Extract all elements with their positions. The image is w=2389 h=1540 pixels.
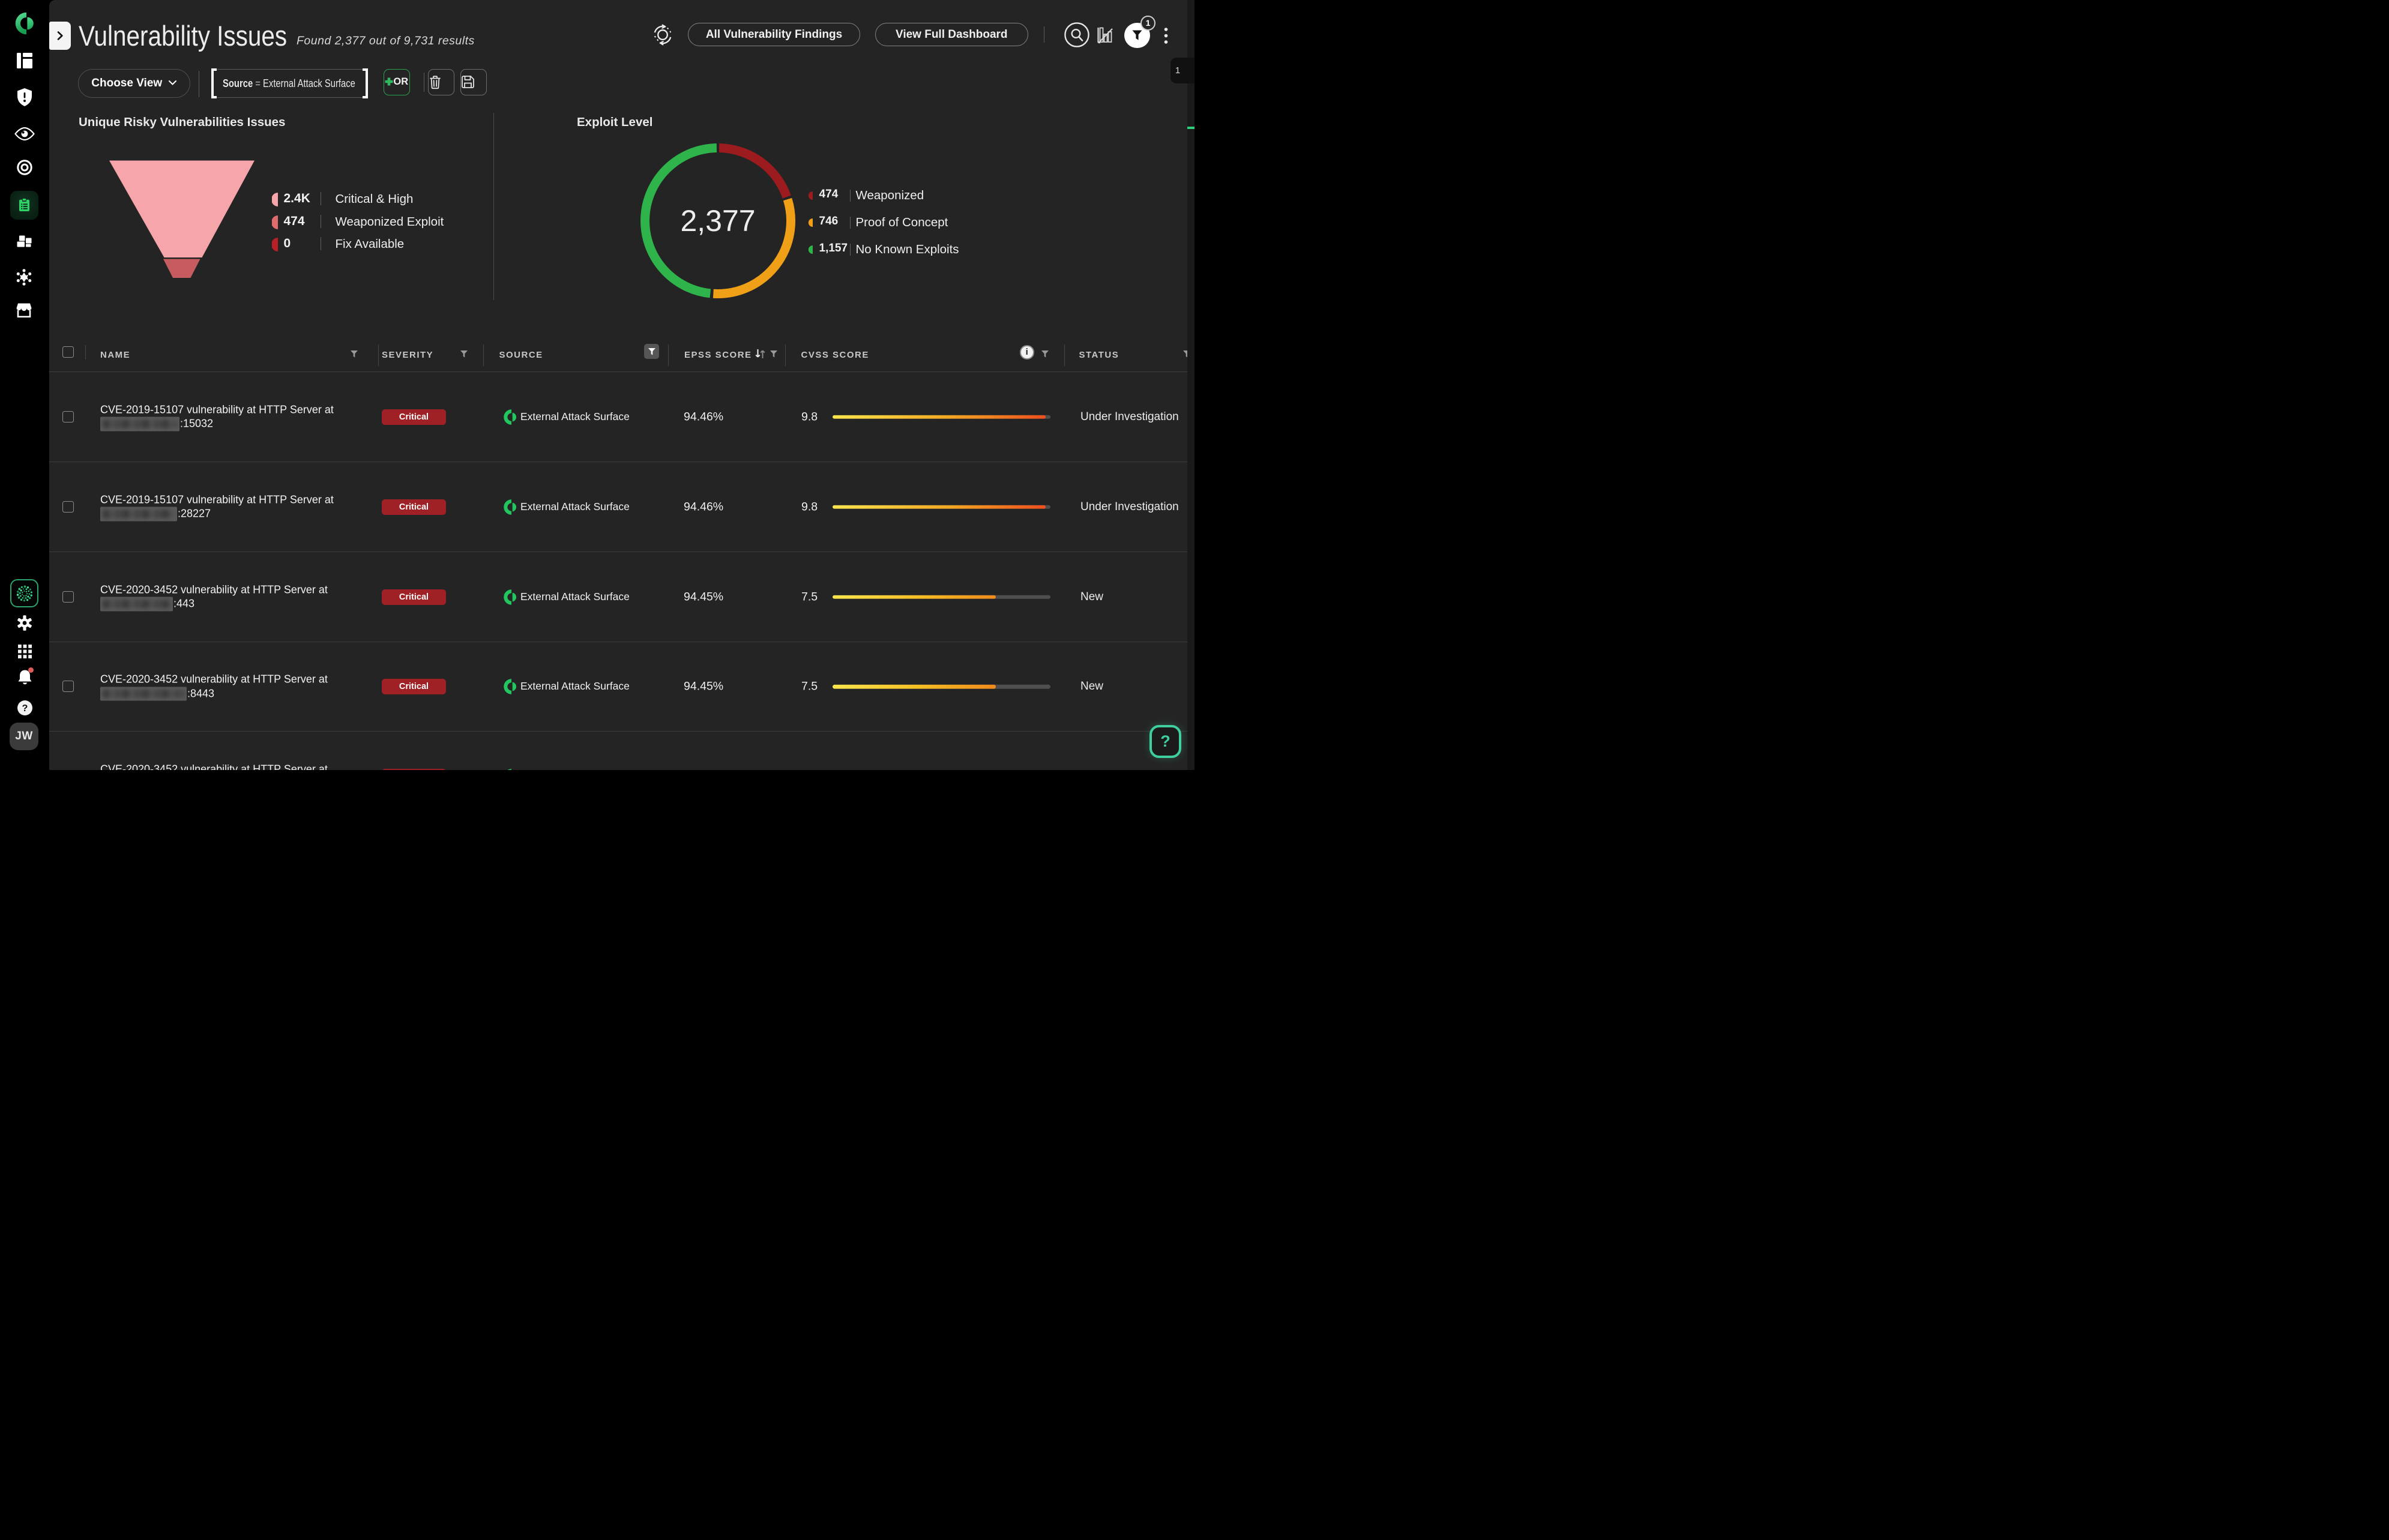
svg-text:?: ? [22, 703, 28, 714]
svg-text:2,377: 2,377 [680, 204, 755, 238]
